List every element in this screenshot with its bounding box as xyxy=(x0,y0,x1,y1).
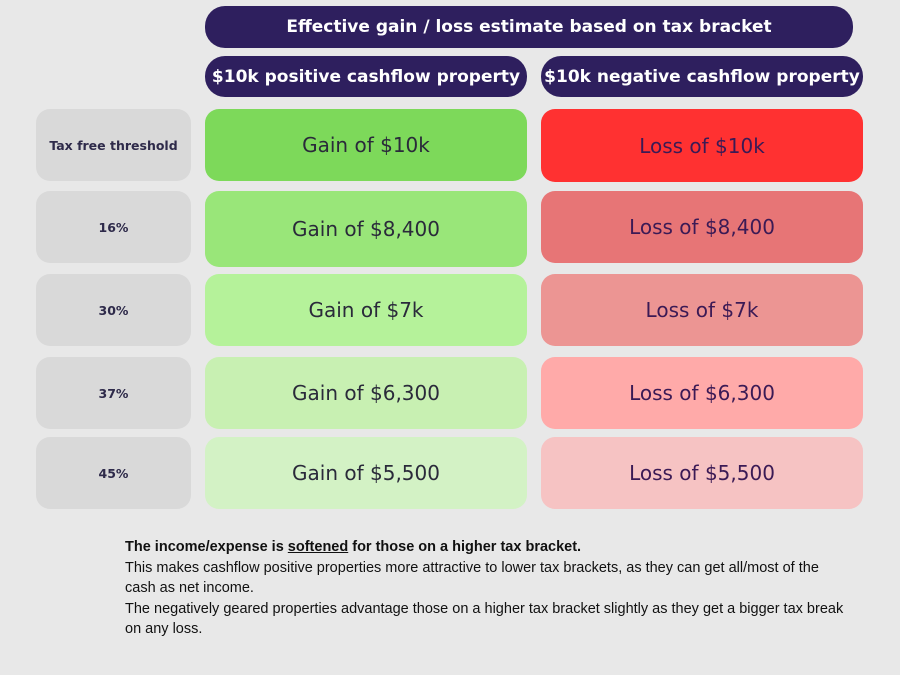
row-label-45: 45% xyxy=(36,437,191,509)
gain-text: Gain of $10k xyxy=(302,133,430,157)
loss-cell: Loss of $7k xyxy=(541,274,863,346)
gain-cell: Gain of $10k xyxy=(205,109,527,181)
column-header-positive-text: $10k positive cashflow property xyxy=(211,66,521,87)
row-label-text: 37% xyxy=(98,385,129,401)
gain-cell: Gain of $8,400 xyxy=(205,191,527,267)
loss-text: Loss of $5,500 xyxy=(629,461,775,485)
gain-text: Gain of $8,400 xyxy=(292,217,440,241)
loss-text: Loss of $8,400 xyxy=(629,215,775,239)
loss-text: Loss of $7k xyxy=(645,298,759,322)
loss-text: Loss of $6,300 xyxy=(629,381,775,405)
row-label-37: 37% xyxy=(36,357,191,429)
explanation-text: The income/expense is softened for those… xyxy=(125,537,845,640)
gain-cell: Gain of $5,500 xyxy=(205,437,527,509)
row-label-16: 16% xyxy=(36,191,191,263)
row-label-text: Tax free threshold xyxy=(49,137,178,153)
row-label-text: 16% xyxy=(98,219,129,235)
loss-cell: Loss of $6,300 xyxy=(541,357,863,429)
column-header-positive: $10k positive cashflow property xyxy=(205,56,527,97)
lead-text-end: for those on a higher tax bracket. xyxy=(348,539,582,555)
explanation-line-2: The negatively geared properties advanta… xyxy=(125,600,844,638)
chart-title: Effective gain / loss estimate based on … xyxy=(205,6,853,48)
gain-cell: Gain of $7k xyxy=(205,274,527,346)
explanation-line-1: This makes cashflow positive properties … xyxy=(125,559,819,597)
row-label-text: 45% xyxy=(98,465,129,481)
lead-text-start: The income/expense is xyxy=(125,539,288,555)
column-header-negative: $10k negative cashflow property xyxy=(541,56,863,97)
loss-cell: Loss of $10k xyxy=(541,109,863,182)
gain-text: Gain of $6,300 xyxy=(292,381,440,405)
loss-cell: Loss of $8,400 xyxy=(541,191,863,263)
row-label-tax-free: Tax free threshold xyxy=(36,109,191,181)
explanation-lead: The income/expense is softened for those… xyxy=(125,537,845,558)
gain-text: Gain of $5,500 xyxy=(292,461,440,485)
loss-cell: Loss of $5,500 xyxy=(541,437,863,509)
lead-emphasis: softened xyxy=(287,539,349,555)
chart-title-text: Effective gain / loss estimate based on … xyxy=(286,17,772,37)
row-label-text: 30% xyxy=(98,302,129,318)
column-header-negative-text: $10k negative cashflow property xyxy=(544,66,860,87)
gain-cell: Gain of $6,300 xyxy=(205,357,527,429)
loss-text: Loss of $10k xyxy=(639,133,765,158)
gain-text: Gain of $7k xyxy=(308,298,424,322)
row-label-30: 30% xyxy=(36,274,191,346)
